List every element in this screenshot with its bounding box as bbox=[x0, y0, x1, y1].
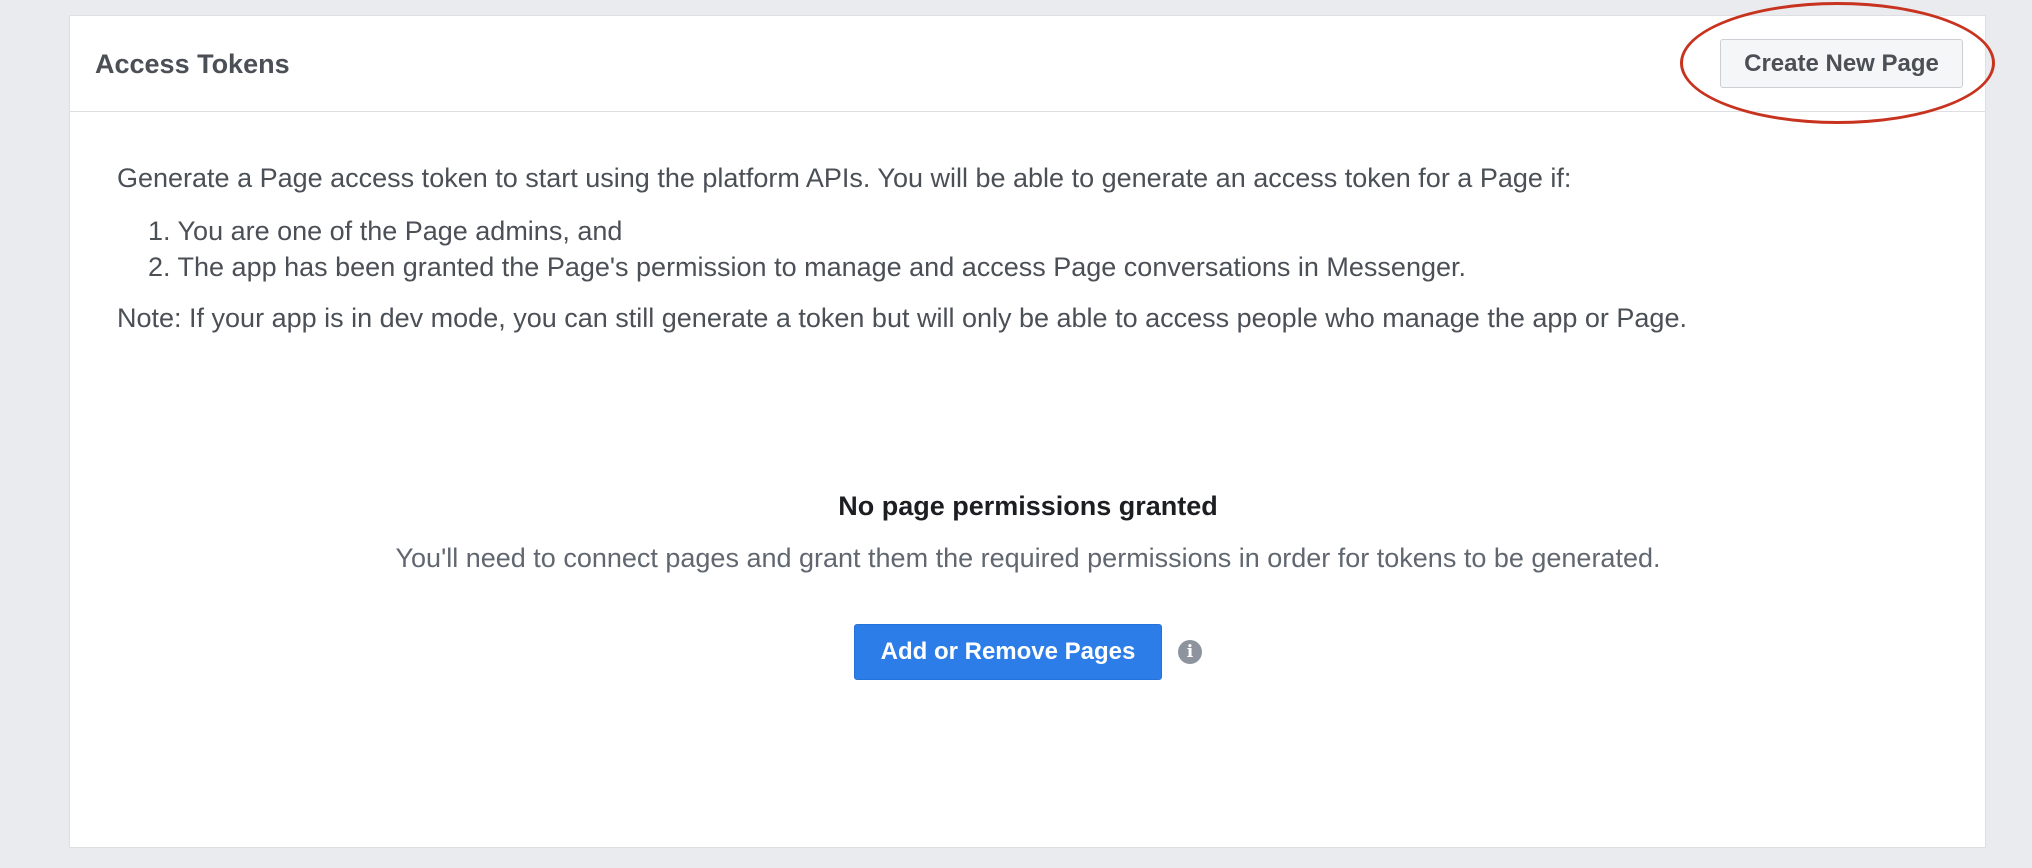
requirements-list: 1. You are one of the Page admins, and 2… bbox=[148, 213, 1466, 285]
empty-state-description: You'll need to connect pages and grant t… bbox=[395, 543, 1661, 573]
empty-state-title: No page permissions granted bbox=[838, 491, 1218, 521]
intro-text: Generate a Page access token to start us… bbox=[117, 163, 1572, 193]
panel-header: Access Tokens Create New Page bbox=[70, 16, 1985, 112]
access-tokens-panel: Access Tokens Create New Page bbox=[69, 15, 1986, 848]
add-or-remove-pages-button[interactable]: Add or Remove Pages bbox=[854, 624, 1162, 680]
create-new-page-button[interactable]: Create New Page bbox=[1720, 39, 1963, 88]
panel-title: Access Tokens bbox=[95, 49, 290, 79]
dev-mode-note: Note: If your app is in dev mode, you ca… bbox=[117, 303, 1687, 333]
info-icon[interactable]: i bbox=[1178, 640, 1202, 664]
list-item: 2. The app has been granted the Page's p… bbox=[148, 252, 1466, 282]
list-item: 1. You are one of the Page admins, and bbox=[148, 216, 623, 246]
